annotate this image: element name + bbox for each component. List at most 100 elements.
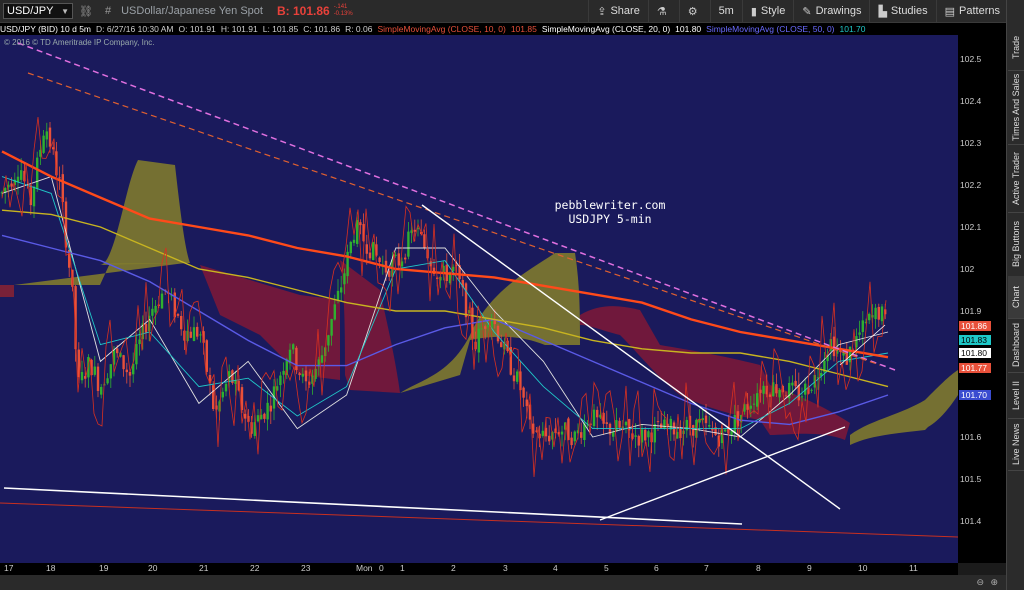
candle-body — [298, 373, 301, 376]
hash-icon[interactable]: # — [105, 5, 111, 17]
candle-body — [861, 320, 864, 332]
flask-button[interactable]: ⚗ — [647, 0, 679, 22]
price-badge: 101.83 — [959, 335, 991, 346]
x-tick-label: 19 — [99, 563, 109, 573]
top-toolbar: USD/JPY ▼ ⛓ # USDollar/Japanese Yen Spot… — [0, 0, 1008, 23]
side-tab-live-news[interactable]: Live News — [1008, 418, 1024, 471]
y-tick-label: 101.9 — [960, 306, 982, 316]
candle-body — [192, 327, 196, 341]
candle-body — [244, 413, 247, 419]
side-tab-big-buttons[interactable]: Big Buttons — [1008, 212, 1024, 277]
symbol-description: USDollar/Japanese Yen Spot — [121, 5, 263, 17]
price-axis[interactable]: 102.5102.4102.3102.2102.1102101.9101.810… — [958, 23, 1006, 563]
patterns-button[interactable]: ▤ Patterns — [935, 0, 1008, 22]
side-tab-dashboard[interactable]: Dashboard — [1008, 318, 1024, 373]
info-sma20-value: 101.80 — [675, 24, 702, 34]
candle-body — [359, 222, 362, 226]
candle-body — [343, 273, 346, 285]
candle-body — [301, 373, 304, 377]
candle-body — [279, 375, 282, 386]
candle-body — [548, 435, 551, 442]
x-tick-label: Mon — [356, 563, 373, 573]
candle-body — [778, 389, 781, 398]
candle-body — [336, 290, 340, 301]
x-tick-label: 11 — [909, 563, 918, 573]
candle-body — [333, 304, 336, 320]
candle-body — [708, 425, 711, 427]
candle-body — [176, 314, 180, 316]
candle-body — [368, 252, 372, 259]
x-tick-label: 22 — [250, 563, 260, 573]
candle-body — [644, 429, 647, 441]
candle-body — [388, 270, 391, 277]
candle-body — [756, 393, 759, 407]
zoom-out-icon[interactable]: ⊖ — [976, 577, 984, 588]
settings-button[interactable]: ⚙ — [678, 0, 710, 22]
studies-button[interactable]: ▙ Studies — [869, 0, 935, 22]
info-sma10[interactable]: SimpleMovingAvg (CLOSE, 10, 0) — [377, 24, 505, 34]
candle-body — [656, 421, 660, 423]
copyright-notice: © 2016 © TD Ameritrade IP Company, Inc. — [4, 38, 155, 47]
watermark-line2: USDJPY 5-min — [568, 212, 652, 226]
candle-body — [573, 431, 576, 442]
candle-body — [45, 131, 48, 140]
info-low: L: 101.85 — [262, 24, 299, 34]
candle-body — [263, 413, 266, 419]
side-tab-active-trader[interactable]: Active Trader — [1008, 144, 1024, 213]
price-badge: 101.77 — [959, 362, 991, 373]
candle-body — [692, 425, 695, 436]
symbol-selector[interactable]: USD/JPY ▼ — [3, 3, 73, 19]
bottom-scrollbar[interactable]: ⊖ ⊕ — [0, 575, 1006, 590]
candle-body — [592, 409, 596, 427]
zoom-in-icon[interactable]: ⊕ — [990, 577, 998, 588]
candle-body — [128, 371, 132, 376]
drawings-button[interactable]: ✎ Drawings — [793, 0, 869, 22]
candle-body — [749, 405, 752, 409]
candle-body — [52, 147, 55, 150]
side-tab-times-and-sales[interactable]: Times And Sales — [1008, 70, 1024, 145]
candle-body — [407, 231, 410, 257]
side-tab-level-ii[interactable]: Level II — [1008, 372, 1024, 419]
info-range: R: 0.06 — [345, 24, 373, 34]
candle-body — [724, 429, 727, 432]
price-badge: 101.80 — [959, 348, 991, 358]
timeframe-button[interactable]: 5m — [709, 0, 742, 22]
info-sma20[interactable]: SimpleMovingAvg (CLOSE, 20, 0) — [542, 24, 670, 34]
y-tick-label: 102.3 — [960, 138, 982, 148]
style-button[interactable]: ▮ Style — [741, 0, 794, 22]
candle-body — [116, 348, 119, 354]
price-chart[interactable] — [0, 35, 958, 563]
time-axis[interactable]: 17 18 19 20 21 22 23 Mon 0 1 2 3 4 5 6 7 8 9 10 11 — [0, 563, 958, 575]
candle-body — [791, 382, 794, 386]
x-tick-label: 3 — [503, 563, 508, 573]
link-icon[interactable]: ⛓ — [79, 5, 93, 18]
candle-body — [160, 293, 164, 309]
candle-body — [404, 257, 407, 260]
share-button[interactable]: ⇪ Share — [588, 0, 648, 22]
x-tick-label: 21 — [199, 563, 209, 573]
x-tick-label: 9 — [807, 563, 812, 573]
candle-body — [464, 283, 468, 318]
candle-body — [282, 370, 285, 375]
candle-body — [84, 376, 87, 379]
candle-body — [596, 409, 599, 418]
y-tick-label: 102.4 — [960, 96, 982, 106]
y-tick-label: 101.6 — [960, 432, 982, 442]
side-tab-chart[interactable]: Chart — [1008, 276, 1024, 319]
candle-body — [397, 253, 400, 266]
y-tick-label: 102.5 — [960, 54, 982, 64]
studies-icon: ▙ — [878, 5, 887, 18]
side-tab-trade[interactable]: Trade — [1008, 24, 1024, 71]
candle-body — [752, 403, 756, 405]
candle-body — [180, 315, 183, 330]
info-sma50[interactable]: SimpleMovingAvg (CLOSE, 50, 0) — [706, 24, 834, 34]
candle-body — [653, 424, 656, 443]
candle-body — [797, 384, 800, 401]
candle-body — [423, 234, 426, 248]
candle-body — [125, 369, 128, 373]
candle-body — [669, 418, 672, 430]
candle-body — [605, 422, 608, 424]
y-tick-label: 101.5 — [960, 474, 982, 484]
candle-body — [637, 435, 640, 446]
candle-body — [109, 364, 112, 379]
